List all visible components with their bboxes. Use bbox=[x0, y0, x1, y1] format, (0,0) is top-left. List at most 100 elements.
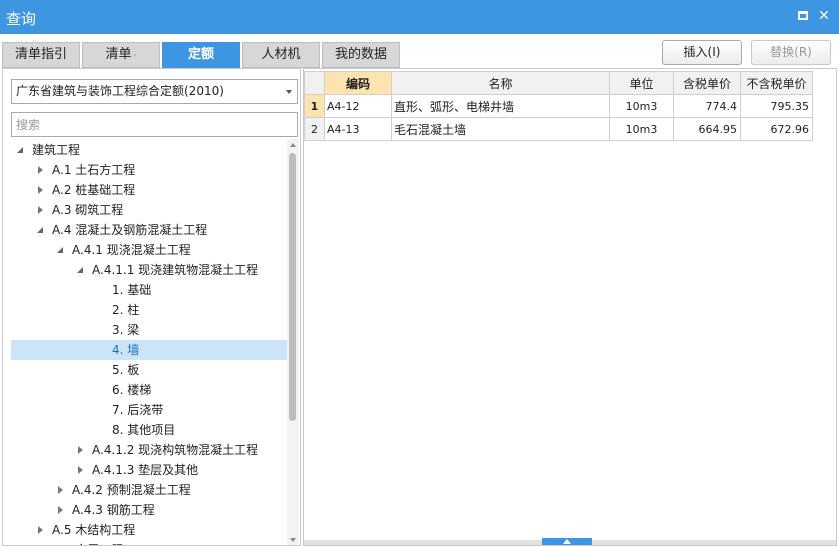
tree-node[interactable]: A.4.1.2 现浇构筑物混凝土工程 bbox=[11, 440, 287, 460]
column-header-name[interactable]: 名称 bbox=[391, 71, 610, 95]
row-number: 2 bbox=[304, 117, 325, 141]
quota-table: 编码 名称 单位 含税单价 不含税单价 1 A4-12 直形、弧形、电梯井墙 1… bbox=[304, 71, 813, 141]
tree-node-label: 2. 柱 bbox=[112, 303, 140, 317]
tree-node[interactable]: 2. 柱 bbox=[11, 300, 287, 320]
tree-node[interactable]: A.5 木结构工程 bbox=[11, 520, 287, 540]
collapsed-arrow-icon[interactable] bbox=[38, 186, 43, 194]
tree-node-label: A.4.1.2 现浇构筑物混凝土工程 bbox=[92, 443, 259, 457]
collapsed-arrow-icon[interactable] bbox=[38, 526, 43, 534]
column-header-unit[interactable]: 单位 bbox=[609, 71, 674, 95]
collapsed-arrow-icon[interactable] bbox=[58, 506, 63, 514]
tree-node-label: 建筑工程 bbox=[32, 143, 81, 157]
tree-node-label: A.3 砌筑工程 bbox=[52, 203, 124, 217]
tab-bill-guide[interactable]: 清单指引 bbox=[2, 42, 80, 68]
column-header-code[interactable]: 编码 bbox=[324, 71, 392, 95]
quota-library-pane: 广东省建筑与装饰工程综合定额(2010) 建筑工程 A.1 土石方工程 A.2 桩基… bbox=[2, 68, 301, 546]
tree-node-label: A.4.1 现浇混凝土工程 bbox=[72, 243, 191, 257]
tree-node[interactable]: A.4.1.3 垫层及其他 bbox=[11, 460, 287, 480]
tree-node[interactable]: A.6 金属工程 bbox=[11, 540, 287, 545]
scroll-down-icon[interactable] bbox=[290, 538, 296, 542]
expanded-arrow-icon[interactable] bbox=[17, 147, 23, 153]
insert-button[interactable]: 插入(I) bbox=[662, 40, 742, 65]
quota-library-select-value: 广东省建筑与装饰工程综合定额(2010) bbox=[16, 84, 224, 98]
cell-code[interactable]: A4-13 bbox=[324, 117, 392, 141]
scroll-up-icon[interactable] bbox=[290, 143, 296, 147]
cell-name[interactable]: 毛石混凝土墙 bbox=[391, 117, 610, 141]
tree-node[interactable]: A.3 砌筑工程 bbox=[11, 200, 287, 220]
tree-node[interactable]: A.4 混凝土及钢筋混凝土工程 bbox=[11, 220, 287, 240]
tree-node-label: 7. 后浇带 bbox=[112, 403, 164, 417]
tree-node-label: A.4.1.3 垫层及其他 bbox=[92, 463, 199, 477]
chapter-tree: 建筑工程 A.1 土石方工程 A.2 桩基础工程 A.3 砌筑工程 A.4 混凝土及钢筋… bbox=[11, 139, 287, 545]
collapsed-arrow-icon[interactable] bbox=[78, 466, 83, 474]
table-row[interactable]: 2 A4-13 毛石混凝土墙 10m3 664.95 672.96 bbox=[304, 117, 813, 141]
tree-node[interactable]: 建筑工程 bbox=[11, 140, 287, 160]
tree-node-label: A.6 金属工程 bbox=[52, 540, 123, 545]
tree-node-label: A.4.1.1 现浇建筑物混凝土工程 bbox=[92, 263, 259, 277]
cell-price-without-tax[interactable]: 795.35 bbox=[740, 94, 813, 118]
tree-scrollbar[interactable] bbox=[287, 139, 299, 545]
tree-node[interactable]: 6. 楼梯 bbox=[11, 380, 287, 400]
tree-node-label: 4. 墙 bbox=[112, 343, 140, 357]
tree-node[interactable]: 3. 梁 bbox=[11, 320, 287, 340]
tree-node[interactable]: 7. 后浇带 bbox=[11, 400, 287, 420]
scrollbar-thumb[interactable] bbox=[289, 153, 296, 421]
collapsed-arrow-icon[interactable] bbox=[78, 446, 83, 454]
expanded-arrow-icon[interactable] bbox=[37, 227, 43, 233]
splitter-toggle[interactable] bbox=[542, 538, 592, 545]
chevron-down-icon bbox=[286, 90, 292, 94]
tree-node-label: A.5 木结构工程 bbox=[52, 523, 136, 537]
close-icon[interactable]: ✕ bbox=[817, 9, 831, 23]
tree-node-label: 3. 梁 bbox=[112, 323, 140, 337]
expanded-arrow-icon[interactable] bbox=[57, 247, 63, 253]
tree-node-label: 1. 基础 bbox=[112, 283, 152, 297]
expanded-arrow-icon[interactable] bbox=[77, 267, 83, 273]
tree-node[interactable]: 5. 板 bbox=[11, 360, 287, 380]
quota-results-pane: 编码 名称 单位 含税单价 不含税单价 1 A4-12 直形、弧形、电梯井墙 1… bbox=[303, 68, 837, 546]
cell-price-with-tax[interactable]: 774.4 bbox=[673, 94, 741, 118]
row-number: 1 bbox=[304, 94, 325, 118]
collapsed-arrow-icon[interactable] bbox=[38, 206, 43, 214]
column-header-rownum bbox=[304, 71, 325, 95]
column-header-price-with-tax[interactable]: 含税单价 bbox=[673, 71, 741, 95]
tab-quota[interactable]: 定额 bbox=[162, 42, 240, 68]
tree-node[interactable]: A.1 土石方工程 bbox=[11, 160, 287, 180]
tree-node-label: 5. 板 bbox=[112, 363, 140, 377]
tree-node[interactable]: 8. 其他项目 bbox=[11, 420, 287, 440]
cell-code[interactable]: A4-12 bbox=[324, 94, 392, 118]
window-titlebar: 查询 ✕ bbox=[0, 0, 839, 34]
collapsed-arrow-icon[interactable] bbox=[58, 486, 63, 494]
window-title: 查询 bbox=[6, 10, 37, 28]
tree-node-label: 6. 楼梯 bbox=[112, 383, 152, 397]
tree-node[interactable]: A.4.2 预制混凝土工程 bbox=[11, 480, 287, 500]
cell-unit[interactable]: 10m3 bbox=[609, 94, 674, 118]
tree-node[interactable]: A.4.1.1 现浇建筑物混凝土工程 bbox=[11, 260, 287, 280]
quota-library-select[interactable]: 广东省建筑与装饰工程综合定额(2010) bbox=[11, 79, 298, 104]
chevron-up-icon bbox=[563, 539, 571, 544]
column-header-price-without-tax[interactable]: 不含税单价 bbox=[740, 71, 813, 95]
tree-node[interactable]: 4. 墙 bbox=[11, 340, 287, 360]
search-input[interactable] bbox=[11, 112, 298, 137]
replace-button[interactable]: 替换(R) bbox=[751, 40, 831, 65]
tree-node[interactable]: A.4.1 现浇混凝土工程 bbox=[11, 240, 287, 260]
tree-node[interactable]: 1. 基础 bbox=[11, 280, 287, 300]
tree-node-label: A.2 桩基础工程 bbox=[52, 183, 136, 197]
tree-node-label: A.4.3 钢筋工程 bbox=[72, 503, 155, 517]
tab-labor-material-machine[interactable]: 人材机 bbox=[242, 42, 320, 68]
table-header-row: 编码 名称 单位 含税单价 不含税单价 bbox=[304, 71, 813, 95]
tree-node[interactable]: A.2 桩基础工程 bbox=[11, 180, 287, 200]
cell-name[interactable]: 直形、弧形、电梯井墙 bbox=[391, 94, 610, 118]
tree-node-label: 8. 其他项目 bbox=[112, 423, 176, 437]
cell-unit[interactable]: 10m3 bbox=[609, 117, 674, 141]
tab-my-data[interactable]: 我的数据 bbox=[322, 42, 400, 68]
cell-price-without-tax[interactable]: 672.96 bbox=[740, 117, 813, 141]
collapsed-arrow-icon[interactable] bbox=[38, 166, 43, 174]
tree-node-label: A.1 土石方工程 bbox=[52, 163, 136, 177]
tree-node-label: A.4 混凝土及钢筋混凝土工程 bbox=[52, 223, 208, 237]
tree-node[interactable]: A.4.3 钢筋工程 bbox=[11, 500, 287, 520]
maximize-icon[interactable] bbox=[796, 9, 810, 23]
tree-node-label: A.4.2 预制混凝土工程 bbox=[72, 483, 191, 497]
table-row[interactable]: 1 A4-12 直形、弧形、电梯井墙 10m3 774.4 795.35 bbox=[304, 94, 813, 118]
cell-price-with-tax[interactable]: 664.95 bbox=[673, 117, 741, 141]
tab-bill[interactable]: 清单 · bbox=[82, 42, 160, 68]
